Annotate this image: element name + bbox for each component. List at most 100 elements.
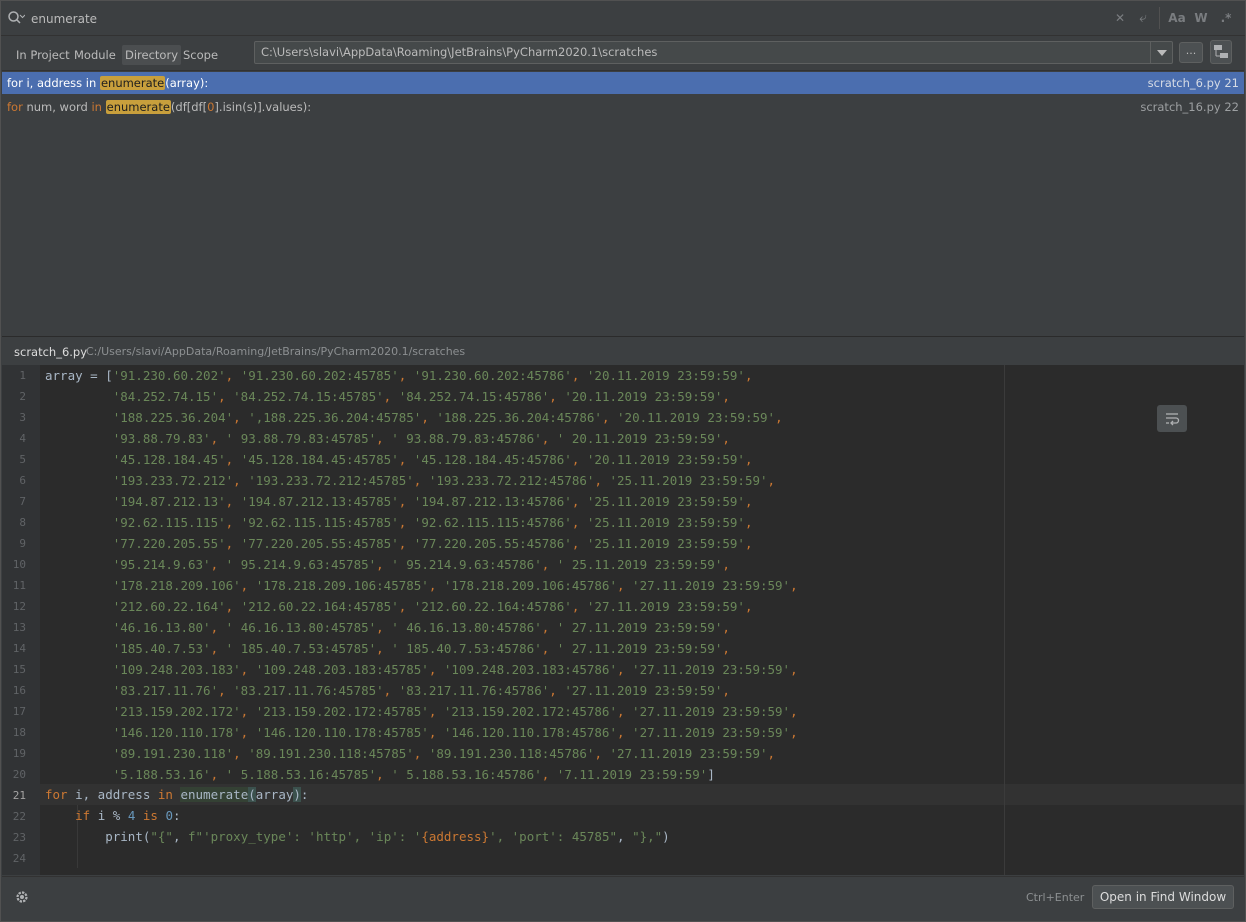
- soft-wrap-button[interactable]: [1157, 405, 1187, 432]
- string-literal: ' 27.11.2019 23:59:59': [556, 641, 723, 656]
- line-number: 18: [12, 726, 26, 739]
- line-number: 12: [12, 600, 26, 613]
- line-number: 17: [12, 705, 26, 718]
- bottom-bar: Ctrl+Enter Open in Find Window: [2, 876, 1244, 916]
- string-literal: '45.128.184.45': [112, 452, 226, 467]
- line-gutter: 1 2 3 4 5 6 7 8 9 10 11 12 13 14 15 16 17 18 19 20 21 22 23 24: [2, 365, 40, 875]
- recursive-tree-button[interactable]: [1210, 40, 1232, 64]
- tab-module[interactable]: Module: [71, 45, 119, 65]
- string-literal: '77.220.205.55:45785': [240, 536, 399, 551]
- code-line-8: '92.62.115.115', '92.62.115.115:45785', …: [112, 515, 753, 530]
- code-line-19: '89.191.230.118', '89.191.230.118:45785'…: [112, 746, 776, 761]
- string-literal: '89.191.230.118:45786': [428, 746, 595, 761]
- string-literal: '25.11.2019 23:59:59': [586, 494, 745, 509]
- code-line-20: '5.188.53.16', ' 5.188.53.16:45785', ' 5…: [112, 767, 715, 782]
- string-literal: '83.217.11.76:45785': [233, 683, 384, 698]
- code-line-23: print("{", f"'proxy_type': 'http', 'ip':…: [105, 829, 670, 844]
- words-toggle[interactable]: W: [1193, 10, 1209, 26]
- string-literal: '212.60.22.164:45785': [240, 599, 399, 614]
- string-literal: '193.233.72.212': [112, 473, 234, 488]
- code-line-4: '93.88.79.83', ' 93.88.79.83:45785', ' 9…: [112, 431, 730, 446]
- string-literal: '27.11.2019 23:59:59': [632, 725, 791, 740]
- string-literal: '84.252.74.15:45786': [398, 389, 550, 404]
- string-literal: '46.16.13.80': [112, 620, 211, 635]
- line-number: 1: [19, 369, 26, 382]
- string-literal: '27.11.2019 23:59:59': [609, 746, 768, 761]
- line-number: 14: [12, 642, 26, 655]
- tab-directory[interactable]: Directory: [122, 45, 182, 65]
- line-number: 11: [12, 579, 26, 592]
- code-line-16: '83.217.11.76', '83.217.11.76:45785', '8…: [112, 683, 730, 698]
- string-literal: '91.230.60.202:45785': [240, 368, 399, 383]
- string-literal: '84.252.74.15': [112, 389, 219, 404]
- string-literal: '109.248.203.183': [112, 662, 241, 677]
- line-number: 10: [12, 558, 26, 571]
- code-line-15: '109.248.203.183', '109.248.203.183:4578…: [112, 662, 798, 677]
- string-literal: '27.11.2019 23:59:59': [586, 599, 745, 614]
- regex-toggle[interactable]: .*: [1217, 10, 1235, 26]
- search-bar: ✕ ⤶ Aa W .*: [1, 1, 1245, 36]
- code-line-22: if i % 4 is 0:: [75, 808, 181, 823]
- result-file: scratch_16.py 22: [1140, 100, 1239, 114]
- string-literal: ' 95.214.9.63:45785': [225, 557, 377, 572]
- search-input[interactable]: [31, 9, 1101, 29]
- line-number: 6: [19, 474, 26, 487]
- string-literal: ' 93.88.79.83:45785': [225, 431, 377, 446]
- string-literal: '7.11.2019 23:59:59': [556, 767, 708, 782]
- string-literal: '194.87.212.13:45786': [413, 494, 572, 509]
- match-highlight: enumerate: [105, 100, 171, 114]
- string-literal: '89.191.230.118': [112, 746, 234, 761]
- directory-combo[interactable]: C:\Users\slavi\AppData\Roaming\JetBrains…: [254, 41, 1173, 64]
- string-literal: '212.60.22.164': [112, 599, 226, 614]
- line-number: 19: [12, 747, 26, 760]
- line-number: 24: [12, 852, 26, 865]
- string-literal: '95.214.9.63': [112, 557, 211, 572]
- line-number: 5: [19, 453, 26, 466]
- result-row[interactable]: for num, word in enumerate(df[df[0].isin…: [2, 96, 1244, 118]
- string-literal: ' 93.88.79.83:45786': [391, 431, 542, 446]
- preview-header: scratch_6.py C:/Users/slavi/AppData/Roam…: [2, 336, 1244, 365]
- clear-search-icon[interactable]: ✕: [1113, 10, 1127, 26]
- string-literal: '212.60.22.164:45786': [413, 599, 572, 614]
- scope-row: In Project Module Directory Scope C:\Use…: [1, 37, 1245, 69]
- string-literal: '20.11.2019 23:59:59': [564, 389, 723, 404]
- result-row[interactable]: for i, address in enumerate(array): scra…: [2, 72, 1244, 94]
- browse-button[interactable]: ...: [1179, 42, 1203, 63]
- string-literal: '27.11.2019 23:59:59': [632, 704, 791, 719]
- newline-icon[interactable]: ⤶: [1135, 10, 1151, 26]
- tab-in-project[interactable]: In Project: [13, 45, 73, 65]
- string-literal: '20.11.2019 23:59:59': [586, 452, 745, 467]
- search-icon[interactable]: [7, 10, 25, 26]
- string-literal: ' 25.11.2019 23:59:59': [556, 557, 723, 572]
- shortcut-hint: Ctrl+Enter: [1026, 891, 1085, 904]
- find-in-path-dialog: ✕ ⤶ Aa W .* In Project Module Directory …: [0, 0, 1246, 922]
- code-preview[interactable]: 1 2 3 4 5 6 7 8 9 10 11 12 13 14 15 16 17 18 19 20 21 22 23 24 …: [2, 365, 1244, 875]
- open-in-find-window-button[interactable]: Open in Find Window: [1092, 885, 1234, 909]
- string-literal: '25.11.2019 23:59:59': [609, 473, 768, 488]
- string-literal: '213.159.202.172': [112, 704, 241, 719]
- gear-icon[interactable]: [14, 889, 30, 905]
- line-number: 8: [19, 516, 26, 529]
- right-margin-guide: [1004, 365, 1005, 875]
- string-literal: '83.217.11.76:45786': [398, 683, 550, 698]
- string-literal: '89.191.230.118:45785': [248, 746, 414, 761]
- chevron-down-icon[interactable]: [1150, 42, 1172, 63]
- string-literal: '185.40.7.53': [112, 641, 211, 656]
- match-case-toggle[interactable]: Aa: [1167, 10, 1187, 26]
- line-number: 13: [12, 621, 26, 634]
- string-literal: '194.87.212.13': [112, 494, 226, 509]
- string-literal: '193.233.72.212:45785': [248, 473, 414, 488]
- directory-path: C:\Users\slavi\AppData\Roaming\JetBrains…: [261, 45, 658, 59]
- string-literal: '193.233.72.212:45786': [428, 473, 595, 488]
- string-literal: '146.120.110.178:45786': [443, 725, 617, 740]
- string-literal: '25.11.2019 23:59:59': [586, 515, 745, 530]
- string-literal: '91.230.60.202': [112, 368, 226, 383]
- line-number: 7: [19, 495, 26, 508]
- string-literal: '92.62.115.115:45786': [413, 515, 572, 530]
- string-literal: ' 46.16.13.80:45785': [225, 620, 377, 635]
- string-literal: '91.230.60.202:45786': [413, 368, 572, 383]
- tab-scope[interactable]: Scope: [180, 45, 221, 65]
- line-number: 4: [19, 432, 26, 445]
- line-number: 21: [12, 789, 26, 802]
- code-line-9: '77.220.205.55', '77.220.205.55:45785', …: [112, 536, 753, 551]
